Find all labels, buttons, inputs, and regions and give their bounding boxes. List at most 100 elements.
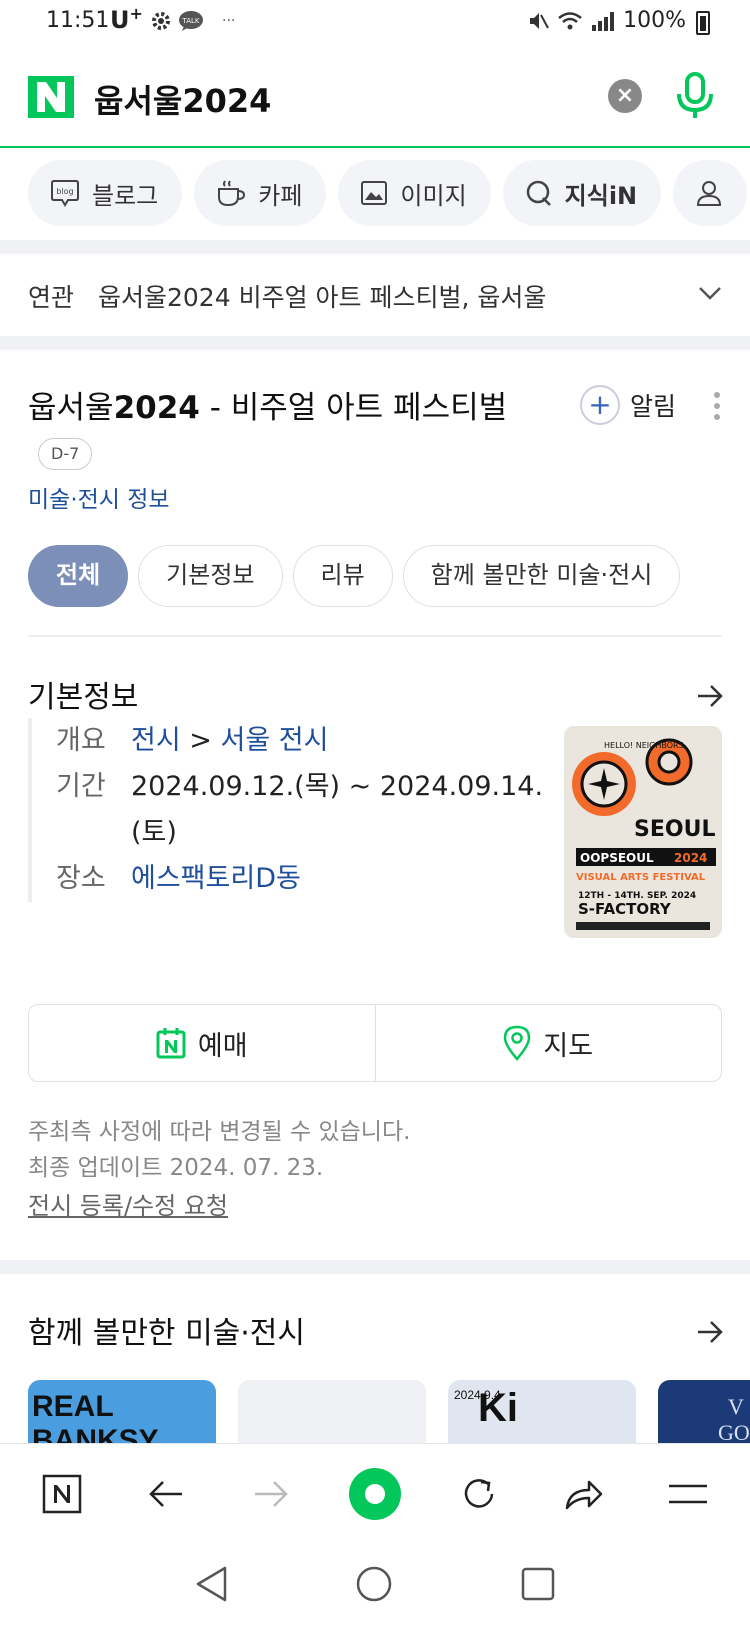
battery-icon (696, 11, 710, 35)
subtab-basic-info[interactable]: 기본정보 (138, 545, 283, 607)
action-buttons: 예매 지도 (28, 1004, 722, 1082)
refresh-button[interactable] (449, 1464, 509, 1524)
exhibition-title[interactable]: 웁서울2024 - 비주얼 아트 페스티벌D-7 (28, 386, 518, 474)
edit-request-link[interactable]: 전시 등록/수정 요청 (28, 1186, 228, 1221)
poster-seoul: SEOUL (634, 817, 715, 842)
tab-blog[interactable]: blog 블로그 (28, 160, 183, 226)
kin-icon (526, 180, 551, 206)
tab-label: 지식iN (564, 181, 638, 210)
status-bar: 11:51 U+ TALK ··· 100% (0, 0, 750, 46)
arrow-right-icon (254, 1480, 288, 1507)
mute-icon (530, 12, 549, 29)
forward-button[interactable] (241, 1464, 301, 1524)
status-icons: TALK ··· (150, 10, 235, 32)
menu-button[interactable] (658, 1464, 718, 1524)
back-triangle-icon[interactable] (194, 1565, 228, 1603)
menu-icon (668, 1484, 707, 1503)
tab-kin[interactable]: 지식iN (502, 160, 662, 226)
tab-image[interactable]: 이미지 (338, 160, 491, 226)
venue-key: 장소 (56, 863, 106, 894)
svg-text:TALK: TALK (181, 17, 199, 25)
status-time: 11:51 (46, 8, 110, 33)
section-gap (0, 1260, 750, 1274)
related-label: 연관 (28, 283, 75, 312)
tab-label: 이미지 (400, 181, 467, 210)
status-right: 100% (527, 8, 686, 33)
tab-cafe[interactable]: 카페 (194, 160, 327, 226)
dday-badge: D-7 (38, 437, 93, 470)
venue-row: 장소 에스팩토리D동 (56, 856, 548, 902)
booking-button[interactable]: 예매 (29, 1005, 375, 1081)
gear-icon (152, 12, 170, 30)
subtab-all[interactable]: 전체 (28, 545, 129, 607)
overview-key: 개요 (56, 725, 106, 756)
naver-logo-icon[interactable] (28, 76, 74, 118)
svg-text:blog: blog (56, 187, 73, 196)
tab-label: 블로그 (92, 181, 159, 210)
cafe-cup-icon (218, 180, 246, 207)
status-more: ··· (222, 13, 236, 29)
battery-percent: 100% (623, 8, 686, 33)
back-button[interactable] (136, 1464, 196, 1524)
alarm-button[interactable]: + 알림 (580, 385, 676, 425)
subtab-related[interactable]: 함께 볼만한 미술·전시 (402, 545, 681, 607)
period-row: 기간 2024.09.12.(목) ~ 2024.09.14.(토) (56, 764, 548, 856)
system-nav-bar (0, 1543, 750, 1625)
overview-cat2-link[interactable]: 서울 전시 (220, 725, 328, 756)
home-circle-icon[interactable] (355, 1565, 393, 1603)
notice-text: 주최측 사정에 따라 변경될 수 있습니다. 최종 업데이트 2024. 07.… (28, 1114, 410, 1186)
search-tabs: blog 블로그 카페 이미지 지식iN (28, 160, 748, 226)
exhibition-poster[interactable]: HELLO! NEIGHBORS SEOUL OOPSEOUL 2024 VIS… (564, 726, 722, 938)
poster-top-text: HELLO! NEIGHBORS (604, 741, 684, 750)
share-icon (565, 1480, 602, 1509)
mic-icon[interactable] (675, 72, 715, 120)
poster-oop: OOPSEOUL (580, 851, 654, 865)
notice-line-1: 주최측 사정에 따라 변경될 수 있습니다. (28, 1119, 411, 1145)
recents-square-icon[interactable] (520, 1566, 556, 1602)
person-icon (697, 181, 722, 206)
share-button[interactable] (554, 1464, 614, 1524)
overview-cat1-link[interactable]: 전시 (131, 725, 181, 756)
green-dot-button[interactable] (345, 1464, 405, 1524)
card-subtabs: 전체 기본정보 리뷰 함께 볼만한 미술·전시 (28, 545, 681, 607)
update-date: 최종 업데이트 2024. 07. 23. (28, 1155, 324, 1181)
tab-more[interactable] (673, 160, 748, 226)
info-list: 개요 전시 > 서울 전시 기간 2024.09.12.(목) ~ 2024.0… (28, 718, 548, 902)
venue-link[interactable]: 에스팩토리D동 (131, 856, 301, 902)
map-button[interactable]: 지도 (374, 1005, 722, 1081)
poster-venue: S-FACTORY (578, 900, 672, 918)
related-exhibitions-title: 함께 볼만한 미술·전시 (28, 1316, 306, 1351)
section-gap (0, 240, 750, 254)
home-n-button[interactable] (32, 1464, 92, 1524)
chevron-down-icon[interactable] (698, 286, 722, 300)
search-input[interactable]: 웁서울2024 (94, 76, 271, 122)
search-header: 웁서울2024 × (0, 46, 750, 148)
related-text[interactable]: 웁서울2024 비주얼 아트 페스티벌, 웁서울 (98, 278, 546, 314)
category-label: 미술·전시 정보 (28, 487, 170, 513)
green-dot-icon (348, 1467, 401, 1520)
booking-label: 예매 (197, 1030, 248, 1062)
arrow-right-icon[interactable] (696, 684, 724, 708)
plus-icon: + (580, 385, 620, 425)
subtab-review[interactable]: 리뷰 (292, 545, 393, 607)
section-gap (0, 336, 750, 350)
related-searches[interactable]: 연관 웁서울2024 비주얼 아트 페스티벌, 웁서울 (0, 254, 750, 336)
clear-search-button[interactable]: × (608, 79, 642, 113)
map-label: 지도 (543, 1030, 594, 1062)
blog-icon: blog (51, 180, 79, 207)
calendar-n-icon (156, 1028, 186, 1059)
talk-icon: TALK (179, 11, 203, 31)
poster-festival: VISUAL ARTS FESTIVAL (576, 872, 706, 883)
period-key: 기간 (56, 771, 106, 802)
arrow-right-icon[interactable] (696, 1320, 724, 1344)
browser-toolbar (0, 1443, 750, 1543)
more-options-icon[interactable] (714, 392, 720, 425)
wifi-icon (558, 11, 582, 29)
map-pin-icon (504, 1025, 531, 1061)
refresh-icon (465, 1478, 494, 1508)
carrier-label: U+ (110, 4, 143, 34)
exhibition-card: 웁서울2024 - 비주얼 아트 페스티벌D-7 미술·전시 정보 + 알림 전… (0, 350, 750, 1260)
naver-n-icon (42, 1474, 82, 1513)
signal-icon (592, 11, 615, 31)
overview-row: 개요 전시 > 서울 전시 (56, 718, 548, 764)
